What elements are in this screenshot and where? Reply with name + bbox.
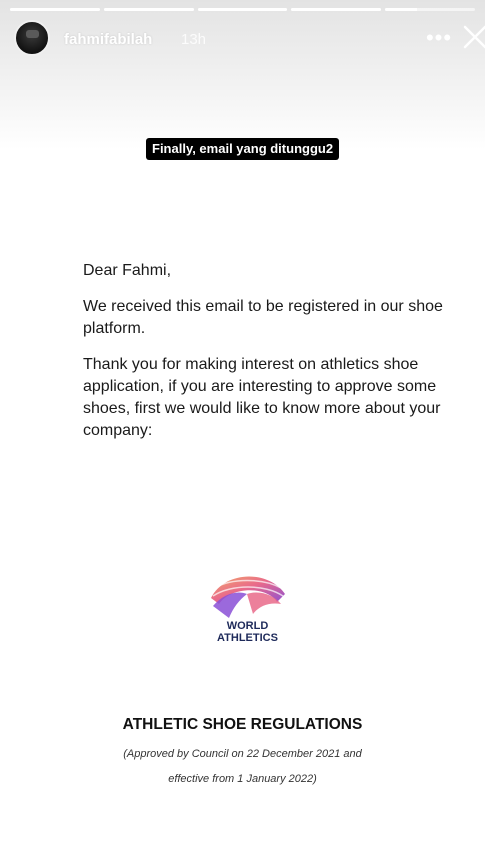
progress-segment [197,8,288,11]
progress-fill [385,8,417,11]
progress-segment [385,8,475,11]
email-greeting: Dear Fahmi, [83,262,172,279]
close-icon[interactable] [460,22,485,52]
story-progress-bar [10,8,475,11]
logo-text: WORLD ATHLETICS [200,620,295,644]
progress-fill [103,8,194,11]
regulations-note: effective from 1 January 2022) [168,773,317,785]
progress-fill [291,8,382,11]
regulations-note: (Approved by Council on 22 December 2021… [123,748,362,760]
progress-segment [10,8,100,11]
story-view[interactable]: fahmifabilah 13h ••• Finally, email yang… [0,0,485,848]
progress-segment [103,8,194,11]
post-time: 13h [181,31,207,48]
email-paragraph: Thank you for making interest on athleti… [83,356,441,439]
story-caption: Finally, email yang ditunggu2 [146,138,340,160]
progress-fill [10,8,100,11]
story-header: fahmifabilah 13h ••• [14,20,485,60]
progress-segment [291,8,382,11]
email-paragraph: We received this email to be registered … [83,298,443,337]
regulations-title: ATHLETIC SHOE REGULATIONS [122,716,363,733]
avatar[interactable] [14,20,50,56]
progress-fill [197,8,288,11]
email-body: Dear Fahmi, We received this email to be… [83,260,453,456]
username[interactable]: fahmifabilah [64,31,152,48]
logo-line: WORLD [226,620,269,632]
more-horizontal-icon[interactable]: ••• [423,24,455,56]
logo-line: ATHLETICS [217,632,278,644]
